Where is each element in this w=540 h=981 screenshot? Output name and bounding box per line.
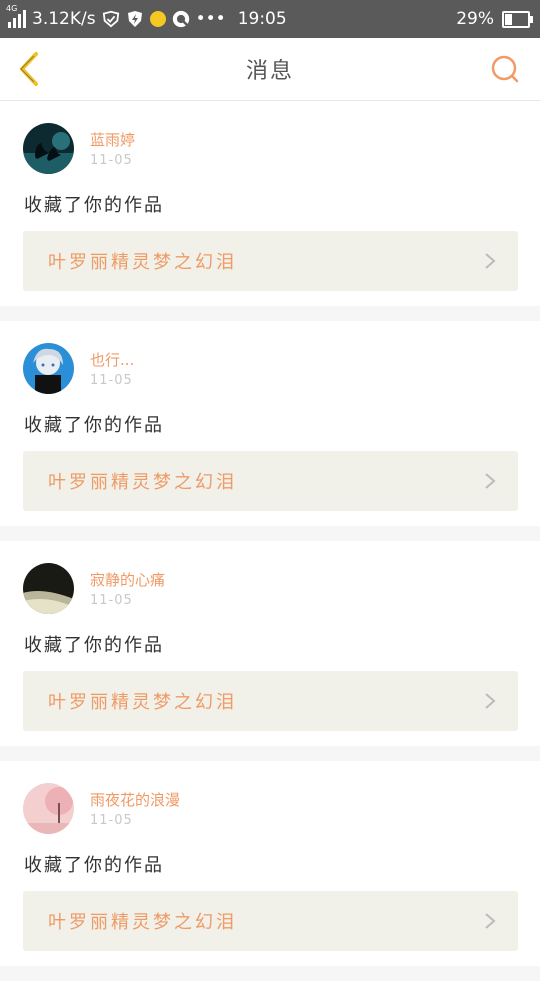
power-shield-icon — [126, 10, 144, 28]
search-icon — [491, 55, 519, 83]
top-navbar: 消息 — [0, 38, 540, 101]
chevron-right-icon — [485, 473, 496, 489]
status-bar: 4G 3.12K/s ••• 19:05 29% — [0, 0, 540, 38]
chevron-right-icon — [485, 913, 496, 929]
avatar[interactable] — [23, 563, 74, 614]
more-dots-icon: ••• — [195, 9, 226, 29]
timestamp: 11-05 — [90, 813, 133, 828]
action-text: 收藏了你的作品 — [24, 855, 164, 876]
work-title: 叶罗丽精灵梦之幻泪 — [48, 912, 237, 933]
work-link[interactable]: 叶罗丽精灵梦之幻泪 — [23, 231, 518, 291]
work-title: 叶罗丽精灵梦之幻泪 — [48, 472, 237, 493]
work-link[interactable]: 叶罗丽精灵梦之幻泪 — [23, 451, 518, 511]
work-title: 叶罗丽精灵梦之幻泪 — [48, 692, 237, 713]
timestamp: 11-05 — [90, 593, 133, 608]
dark-photo-avatar-icon — [23, 563, 74, 614]
anime-boy-avatar-icon — [23, 343, 74, 394]
notification-card: 寂静的心痛 11-05 收藏了你的作品 叶罗丽精灵梦之幻泪 — [0, 541, 540, 746]
notification-card: 蓝雨婷 11-05 收藏了你的作品 叶罗丽精灵梦之幻泪 — [0, 101, 540, 306]
username[interactable]: 寂静的心痛 — [90, 569, 165, 590]
chevron-right-icon — [485, 253, 496, 269]
avatar[interactable] — [23, 343, 74, 394]
pink-tree-avatar-icon — [23, 783, 74, 834]
work-title: 叶罗丽精灵梦之幻泪 — [48, 252, 237, 273]
chevron-right-icon — [485, 693, 496, 709]
timestamp: 11-05 — [90, 373, 133, 388]
page-title: 消息 — [245, 59, 294, 84]
network-speed: 3.12K/s — [32, 9, 96, 29]
app-q-icon — [172, 10, 190, 28]
action-text: 收藏了你的作品 — [24, 635, 164, 656]
battery-percent: 29% — [456, 9, 494, 29]
avatar[interactable] — [23, 783, 74, 834]
work-link[interactable]: 叶罗丽精灵梦之幻泪 — [23, 671, 518, 731]
notification-list: 蓝雨婷 11-05 收藏了你的作品 叶罗丽精灵梦之幻泪 也行... 11-05 … — [0, 101, 540, 981]
avatar[interactable] — [23, 123, 74, 174]
clock-time: 19:05 — [237, 9, 287, 29]
swan-avatar-icon — [23, 123, 74, 174]
username[interactable]: 蓝雨婷 — [90, 129, 135, 150]
timestamp: 11-05 — [90, 153, 133, 168]
back-button[interactable] — [14, 50, 44, 88]
username[interactable]: 也行... — [90, 349, 134, 370]
username[interactable]: 雨夜花的浪漫 — [90, 789, 180, 810]
network-type: 4G — [6, 4, 18, 13]
notification-dot-icon — [149, 11, 166, 27]
shield-check-icon — [102, 10, 120, 28]
notification-card: 雨夜花的浪漫 11-05 收藏了你的作品 叶罗丽精灵梦之幻泪 — [0, 761, 540, 966]
work-link[interactable]: 叶罗丽精灵梦之幻泪 — [23, 891, 518, 951]
chevron-left-icon — [20, 52, 38, 86]
signal-icon: 4G — [6, 4, 26, 28]
action-text: 收藏了你的作品 — [24, 415, 164, 436]
search-button[interactable] — [490, 54, 520, 84]
notification-card: 也行... 11-05 收藏了你的作品 叶罗丽精灵梦之幻泪 — [0, 321, 540, 526]
action-text: 收藏了你的作品 — [24, 195, 164, 216]
battery-icon — [502, 10, 533, 28]
